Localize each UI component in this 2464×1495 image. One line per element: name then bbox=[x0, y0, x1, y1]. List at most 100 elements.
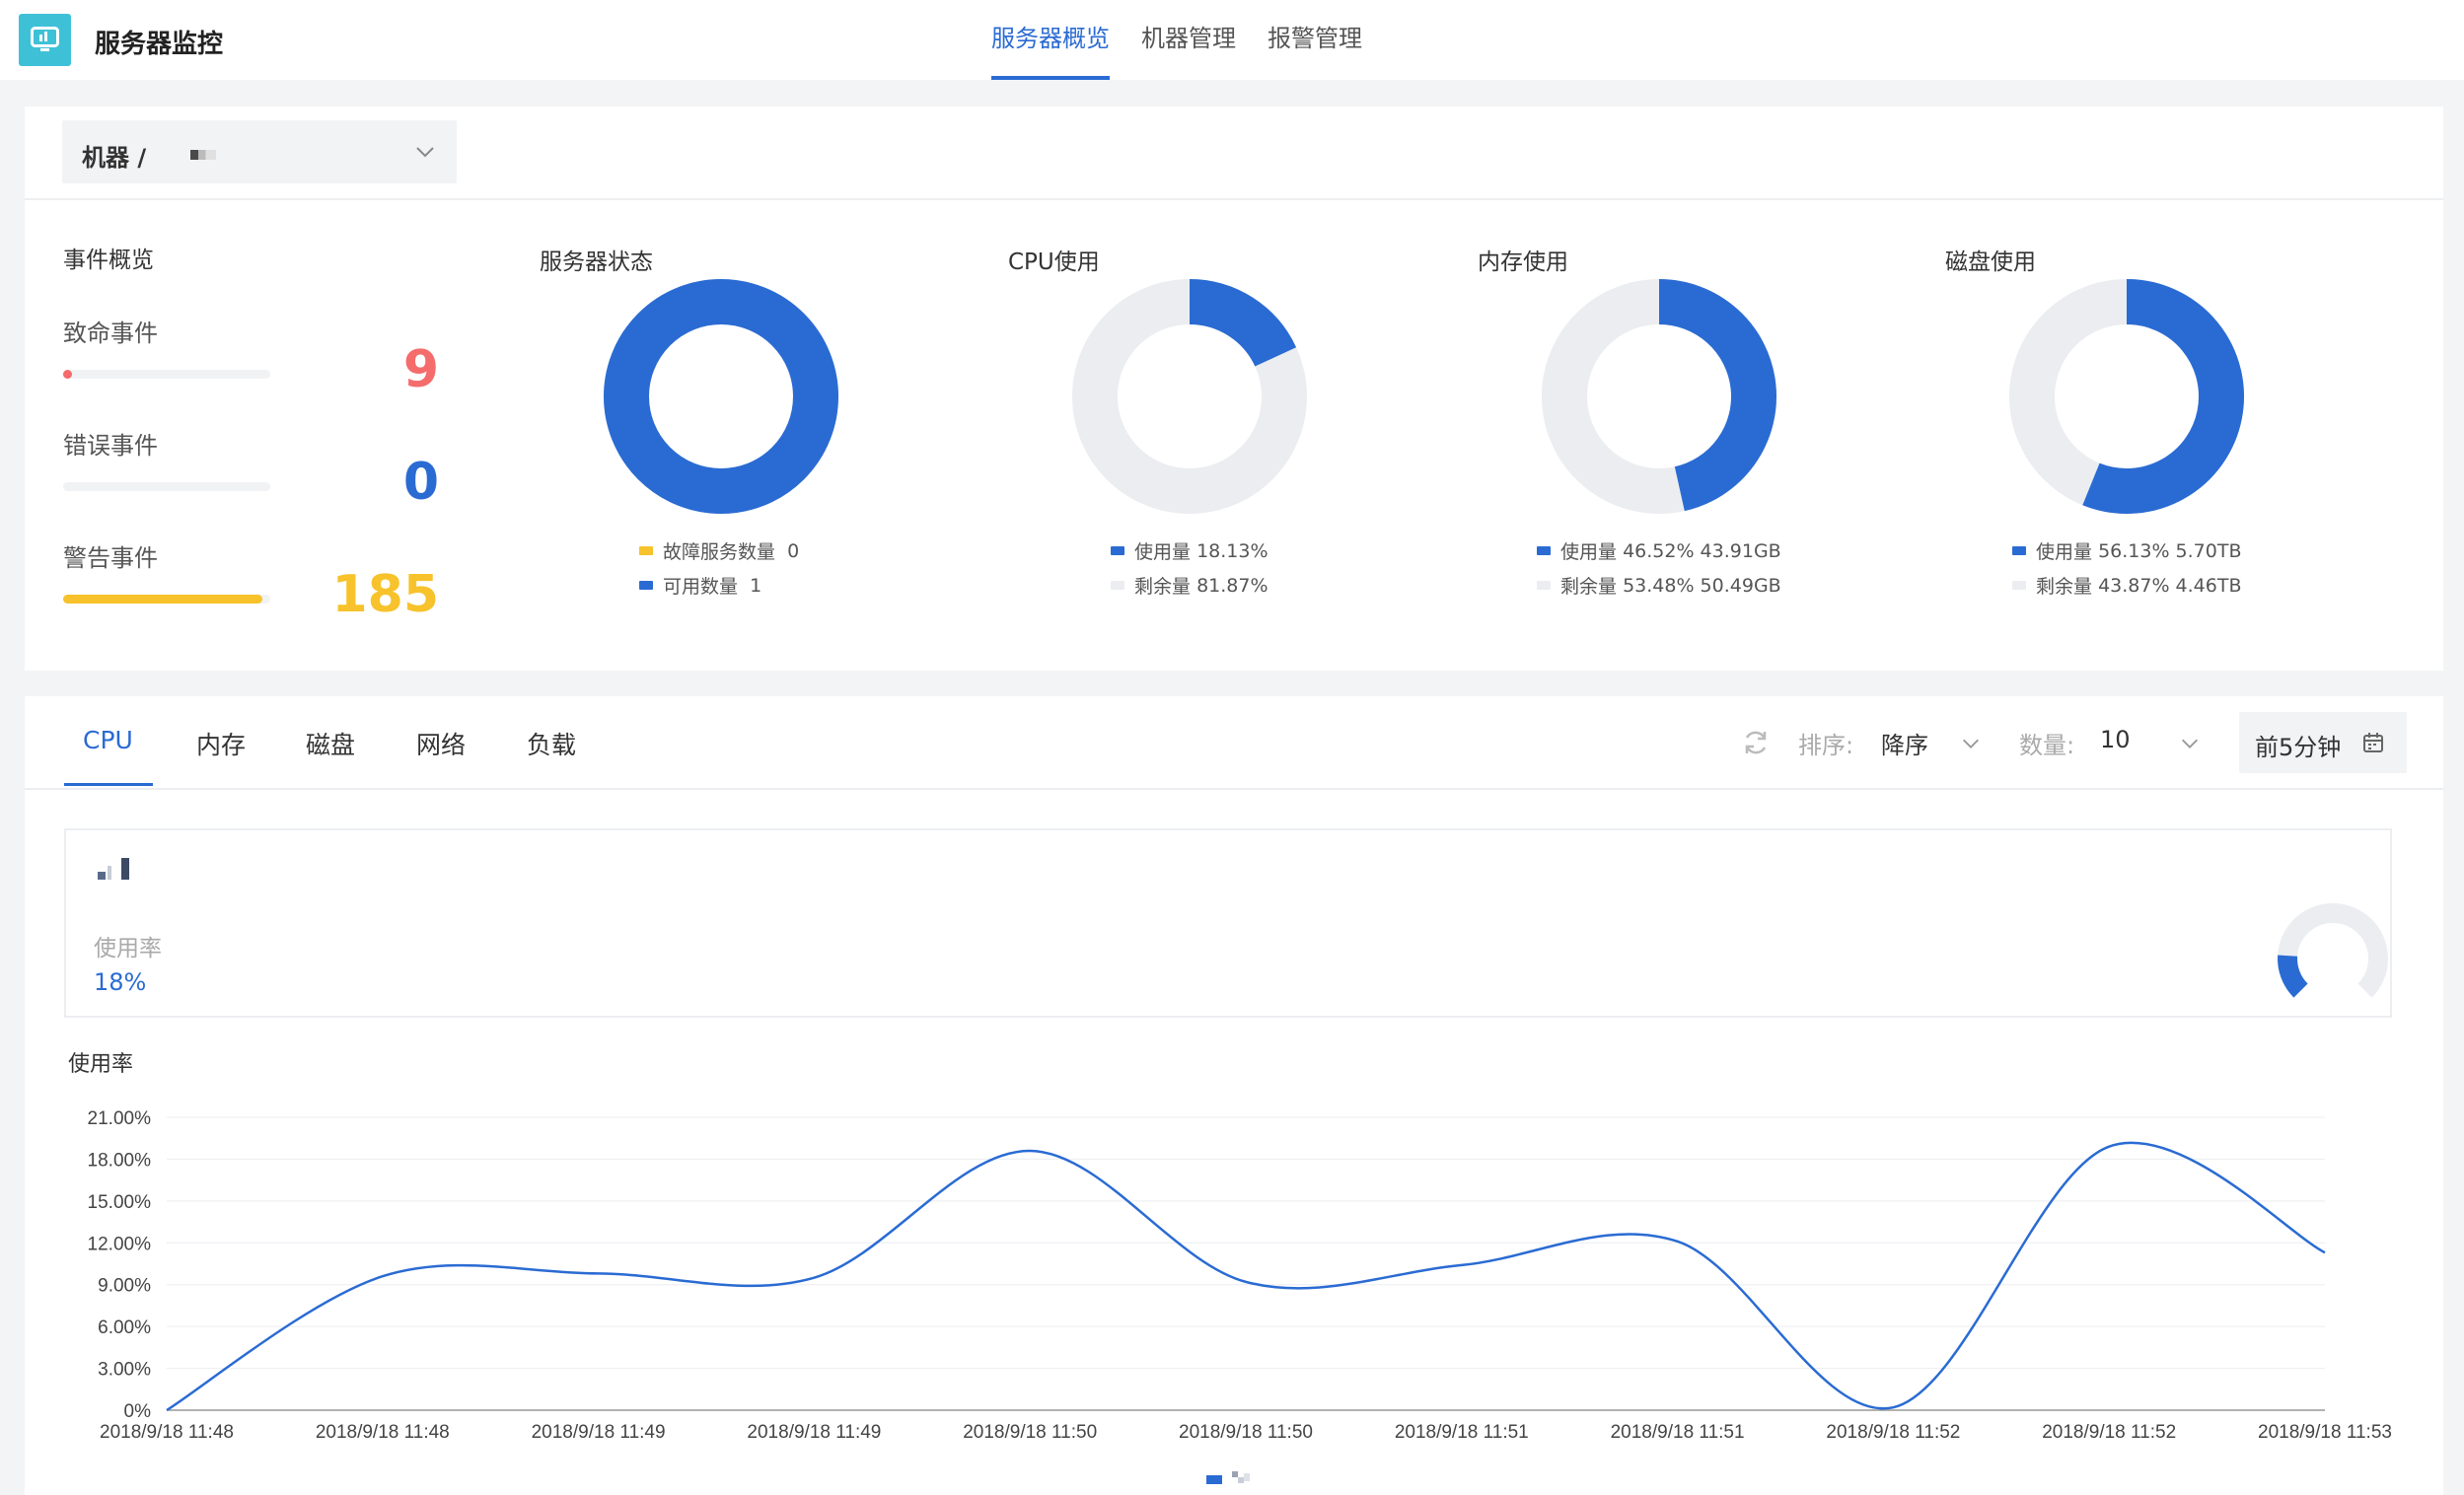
summary-metric-value: 18% bbox=[94, 968, 147, 996]
error-event-count: 0 bbox=[402, 453, 439, 512]
tab-memory[interactable]: 内存 bbox=[196, 726, 246, 761]
tab-disk[interactable]: 磁盘 bbox=[306, 726, 355, 761]
error-event-label: 错误事件 bbox=[63, 432, 158, 460]
legend-value: 18.13% bbox=[1196, 539, 1268, 562]
disk-usage-title: 磁盘使用 bbox=[1945, 249, 2036, 275]
legend-swatch bbox=[639, 581, 653, 590]
x-tick-label: 2018/9/18 11:49 bbox=[747, 1422, 881, 1443]
fatal-event-bar-fill bbox=[63, 370, 72, 379]
app-title: 服务器监控 bbox=[95, 30, 224, 59]
x-tick-label: 2018/9/18 11:51 bbox=[1395, 1422, 1529, 1443]
tab-load[interactable]: 负载 bbox=[527, 726, 576, 761]
y-tick-label: 9.00% bbox=[98, 1276, 151, 1297]
cpu-usage-line-chart: 0% 3.00% 6.00% 9.00% 12.00% 15.00% 18.00% 21.00… bbox=[88, 1108, 2392, 1484]
active-tab-indicator bbox=[64, 783, 153, 786]
legend-disk-used[interactable]: 使用量 56.13% 5.70TB bbox=[2012, 534, 2242, 568]
legend-label: 使用量 bbox=[1134, 541, 1192, 563]
legend-swatch bbox=[1111, 546, 1124, 555]
legend-redacted-label bbox=[1232, 1471, 1238, 1477]
cpu-summary-card: 使用率 18% bbox=[64, 828, 2392, 1018]
warning-event-label: 警告事件 bbox=[63, 544, 158, 572]
legend-swatch bbox=[639, 546, 653, 555]
count-select[interactable]: 10 bbox=[2100, 726, 2131, 753]
memory-usage-donut bbox=[1542, 279, 1776, 514]
memory-usage-title: 内存使用 bbox=[1478, 249, 1568, 275]
cpu-usage-legend: 使用量 18.13% 剩余量 81.87% bbox=[1111, 534, 1268, 603]
memory-usage-legend: 使用量 46.52% 43.91GB 剩余量 53.48% 50.49GB bbox=[1537, 534, 1781, 603]
legend-swatch[interactable] bbox=[1206, 1475, 1222, 1484]
legend-available[interactable]: 可用数量 1 bbox=[639, 568, 799, 603]
legend-swatch bbox=[1537, 546, 1551, 555]
legend-label: 故障服务数量 bbox=[663, 541, 776, 563]
gauge-value-arc bbox=[2278, 955, 2308, 998]
legend-memory-used[interactable]: 使用量 46.52% 43.91GB bbox=[1537, 534, 1781, 568]
legend-label: 剩余量 bbox=[1560, 576, 1618, 598]
series-line[interactable] bbox=[166, 1141, 2326, 1412]
legend-value: 43.87% 4.46TB bbox=[2098, 574, 2242, 597]
summary-metric-label: 使用率 bbox=[94, 936, 162, 961]
donut-used-arc bbox=[2082, 279, 2244, 514]
app-logo[interactable] bbox=[19, 14, 71, 66]
nav-server-overview[interactable]: 服务器概览 bbox=[991, 0, 1110, 80]
top-header: 服务器监控 服务器概览 机器管理 报警管理 bbox=[0, 0, 2464, 80]
nav-alarm-management[interactable]: 报警管理 bbox=[1268, 0, 1362, 80]
tab-cpu[interactable]: CPU bbox=[83, 726, 133, 754]
calendar-icon bbox=[2363, 733, 2383, 752]
x-tick-label: 2018/9/18 11:48 bbox=[100, 1422, 234, 1443]
warning-event-count: 185 bbox=[331, 565, 439, 624]
fatal-event-label: 致命事件 bbox=[63, 320, 158, 347]
x-tick-label: 2018/9/18 11:50 bbox=[963, 1422, 1097, 1443]
y-tick-label: 6.00% bbox=[98, 1317, 151, 1338]
server-status-title: 服务器状态 bbox=[540, 249, 653, 275]
fatal-event-count: 9 bbox=[402, 340, 439, 399]
x-tick-label: 2018/9/18 11:50 bbox=[1179, 1422, 1313, 1443]
disk-usage-donut bbox=[2009, 279, 2244, 514]
y-tick-label: 21.00% bbox=[88, 1108, 152, 1129]
chevron-down-icon[interactable] bbox=[2179, 733, 2201, 754]
event-overview: 事件概览 致命事件 9 错误事件 0 警告事件 185 bbox=[25, 107, 449, 671]
metric-tabs: CPU 内存 磁盘 网络 负载 排序: 降序 数量: 10 前5分钟 bbox=[25, 696, 2443, 789]
legend-value: 0 bbox=[787, 539, 800, 562]
legend-label: 使用量 bbox=[1560, 541, 1618, 563]
y-tick-label: 12.00% bbox=[88, 1234, 152, 1254]
monitor-icon bbox=[31, 27, 59, 51]
bar-chart-icon bbox=[98, 858, 129, 880]
event-overview-title: 事件概览 bbox=[63, 248, 154, 273]
x-tick-label: 2018/9/18 11:52 bbox=[2042, 1422, 2176, 1443]
time-range-button[interactable]: 前5分钟 bbox=[2239, 712, 2407, 773]
nav-machine-management[interactable]: 机器管理 bbox=[1141, 0, 1236, 80]
warning-event-bar-fill bbox=[63, 595, 262, 604]
count-label: 数量: bbox=[2019, 732, 2075, 759]
legend-redacted-label bbox=[1244, 1473, 1250, 1481]
divider bbox=[25, 788, 2443, 790]
legend-swatch bbox=[2012, 546, 2026, 555]
legend-value: 56.13% 5.70TB bbox=[2098, 539, 2242, 562]
legend-label: 使用量 bbox=[2036, 541, 2093, 563]
x-tick-label: 2018/9/18 11:48 bbox=[316, 1422, 450, 1443]
sort-select[interactable]: 降序 bbox=[1881, 726, 1928, 760]
legend-memory-free[interactable]: 剩余量 53.48% 50.49GB bbox=[1537, 568, 1781, 603]
server-status-legend: 故障服务数量 0 可用数量 1 bbox=[639, 534, 799, 603]
tab-network[interactable]: 网络 bbox=[416, 726, 466, 761]
server-status-donut bbox=[604, 279, 838, 514]
legend-label: 剩余量 bbox=[2036, 576, 2093, 598]
legend-swatch bbox=[2012, 581, 2026, 590]
y-tick-label: 0% bbox=[124, 1401, 152, 1422]
legend-label: 剩余量 bbox=[1134, 576, 1192, 598]
overview-panel: 机器 / 事件概览 致命事件 9 错误事件 0 警告事件 185 服务器状态 故… bbox=[25, 107, 2443, 671]
cpu-mini-gauge bbox=[2278, 903, 2388, 998]
warning-event-bar bbox=[63, 595, 270, 604]
legend-value: 46.52% 43.91GB bbox=[1623, 539, 1781, 562]
legend-cpu-used[interactable]: 使用量 18.13% bbox=[1111, 534, 1268, 568]
refresh-icon[interactable] bbox=[1741, 728, 1771, 757]
chevron-down-icon[interactable] bbox=[1960, 733, 1982, 754]
y-tick-label: 3.00% bbox=[98, 1360, 151, 1381]
main-nav: 服务器概览 机器管理 报警管理 bbox=[991, 0, 1394, 80]
legend-fault-servers[interactable]: 故障服务数量 0 bbox=[639, 534, 799, 568]
x-tick-label: 2018/9/18 11:52 bbox=[1826, 1422, 1960, 1443]
legend-cpu-free[interactable]: 剩余量 81.87% bbox=[1111, 568, 1268, 603]
legend-redacted-label bbox=[1238, 1477, 1244, 1483]
legend-disk-free[interactable]: 剩余量 43.87% 4.46TB bbox=[2012, 568, 2242, 603]
donut-used-arc bbox=[1189, 279, 1297, 368]
cpu-usage-donut bbox=[1072, 279, 1307, 514]
